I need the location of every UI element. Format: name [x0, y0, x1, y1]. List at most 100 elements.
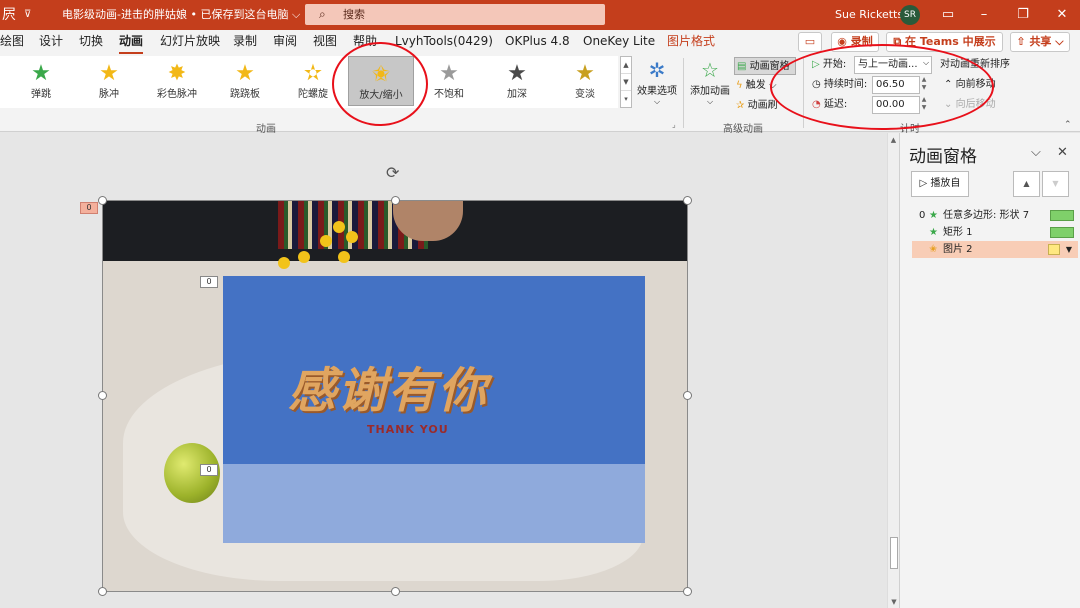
animation-pane-icon: ▤ [737, 61, 747, 72]
item-label: 任意多边形: 形状 7 [943, 210, 1030, 221]
collapse-ribbon-icon[interactable]: ⌃ [1064, 120, 1072, 130]
timeline-bar [1050, 227, 1074, 238]
slide-workspace: 0 ⟳ 感谢有你 THANK YOU 0 0 [0, 133, 887, 608]
gallery-more-icon[interactable]: ▾ [621, 91, 631, 108]
minimize-icon[interactable]: – [966, 0, 1002, 30]
scroll-up-icon[interactable]: ▲ [621, 57, 631, 74]
title-bar: 屄 ⊽ 电影级动画-进击的胖姑娘 • 已保存到这台电脑 ⌵ ⌕ 搜索 Sue R… [0, 0, 1080, 30]
document-title-text: 电影级动画-进击的胖姑娘 • 已保存到这台电脑 [62, 8, 289, 21]
move-down-button[interactable]: ▼ [1042, 171, 1069, 197]
rotate-handle-icon[interactable]: ⟳ [386, 163, 399, 182]
effect-options-label: 效果选项 [637, 86, 677, 97]
timeline-bar [1050, 210, 1074, 221]
chevron-down-icon: ⌵ [1055, 35, 1064, 48]
resize-handle[interactable] [391, 196, 400, 205]
highlight-circle [332, 42, 428, 126]
animation-list-item[interactable]: ★ 矩形 1 [912, 224, 1078, 241]
tab-okplus[interactable]: OKPlus 4.8 [505, 30, 570, 54]
item-label: 图片 2 [943, 244, 973, 255]
effect-options-icon: ✲ [648, 58, 666, 82]
dialog-launcher-icon[interactable]: ⌟ [672, 120, 676, 129]
resize-handle[interactable] [683, 587, 692, 596]
animation-painter-label: 动画刷 [747, 100, 778, 111]
search-box[interactable]: ⌕ 搜索 [305, 4, 605, 25]
quick-access-arrow-icon[interactable]: ⊽ [24, 0, 31, 30]
ribbon-display-icon[interactable]: ▭ [930, 0, 966, 30]
animation-label: 脉冲 [99, 89, 119, 100]
animation-label: 变淡 [575, 89, 595, 100]
move-up-button[interactable]: ▲ [1013, 171, 1040, 197]
animation-lighten[interactable]: ★ 变淡 [552, 56, 618, 106]
animation-tag: 0 [80, 202, 98, 214]
tab-review[interactable]: 审阅 [273, 30, 297, 54]
tab-record[interactable]: 录制 [233, 30, 257, 54]
avatar[interactable]: SR [900, 5, 920, 25]
tab-design[interactable]: 设计 [39, 30, 63, 54]
animation-list-item[interactable]: ✬ 图片 2 ▼ [912, 241, 1078, 258]
close-pane-icon[interactable]: ✕ [1057, 145, 1068, 160]
document-title[interactable]: 电影级动画-进击的胖姑娘 • 已保存到这台电脑 ⌵ [62, 0, 300, 30]
slide-scrollbar[interactable]: ▲ ▼ [887, 133, 899, 608]
animation-label: 彩色脉冲 [157, 89, 197, 100]
resize-handle[interactable] [98, 587, 107, 596]
scroll-thumb[interactable] [890, 537, 898, 569]
comments-icon[interactable]: ▭ [798, 32, 822, 52]
star-icon: ★ [235, 61, 255, 86]
user-name[interactable]: Sue Ricketts [835, 0, 903, 30]
tab-view[interactable]: 视图 [313, 30, 337, 54]
animation-darken[interactable]: ★ 加深 [484, 56, 550, 106]
resize-handle[interactable] [98, 391, 107, 400]
animation-list-item[interactable]: 0 ★ 任意多边形: 形状 7 [912, 207, 1078, 224]
timeline-bar [1048, 244, 1060, 255]
star-icon: ★ [929, 227, 938, 238]
share-icon: ⇧ [1016, 35, 1026, 48]
star-icon: ★ [31, 61, 51, 86]
close-icon[interactable]: ✕ [1044, 0, 1080, 30]
star-icon: ★ [929, 210, 938, 221]
animation-bounce[interactable]: ★ 弹跳 [8, 56, 74, 106]
tab-onekey[interactable]: OneKey Lite [583, 30, 655, 54]
chevron-down-icon[interactable]: ▼ [1066, 241, 1072, 258]
search-icon: ⌕ [319, 7, 326, 21]
tab-transitions[interactable]: 切换 [79, 30, 103, 54]
animation-label: 弹跳 [31, 89, 51, 100]
share-button[interactable]: ⇧ 共享 ⌵ [1010, 32, 1070, 52]
effect-options-button[interactable]: ✲ 效果选项 ⌵ [636, 58, 678, 107]
chevron-down-icon[interactable]: ⌵ [1031, 145, 1041, 160]
star-icon: ★ [99, 61, 119, 86]
play-from-button[interactable]: ▷ 播放自 [911, 171, 969, 197]
group-separator [683, 58, 684, 128]
star-icon: ✬ [929, 244, 938, 255]
chevron-down-icon: ⌵ [291, 8, 301, 21]
scroll-down-icon[interactable]: ▼ [621, 74, 631, 91]
selection-frame [102, 200, 688, 592]
resize-handle[interactable] [683, 196, 692, 205]
tab-animations[interactable]: 动画 [119, 30, 144, 54]
resize-handle[interactable] [98, 196, 107, 205]
play-from-label: 播放自 [930, 178, 961, 189]
animation-label: 跷跷板 [230, 89, 260, 100]
add-animation-label: 添加动画 [690, 86, 730, 97]
animation-teeter[interactable]: ★ 跷跷板 [212, 56, 278, 106]
search-input[interactable]: 搜索 [343, 8, 365, 21]
scroll-up-icon[interactable]: ▲ [888, 136, 899, 144]
tab-slideshow[interactable]: 幻灯片放映 [160, 30, 220, 54]
resize-handle[interactable] [683, 391, 692, 400]
chevron-down-icon: ⌵ [706, 97, 714, 106]
star-burst-icon: ✸ [167, 61, 187, 86]
animation-color-pulse[interactable]: ✸ 彩色脉冲 [144, 56, 210, 106]
animation-pane: 动画窗格 ⌵ ✕ ▷ 播放自 ▲ ▼ 0 ★ 任意多边形: 形状 7 ★ 矩形 … [899, 133, 1080, 608]
animation-label: 加深 [507, 89, 527, 100]
restore-icon[interactable]: ❐ [1005, 0, 1041, 30]
add-animation-button[interactable]: ☆ 添加动画 ⌵ [687, 58, 733, 107]
animation-gallery: ★ 弹跳 ★ 脉冲 ✸ 彩色脉冲 ★ 跷跷板 ✫ 陀螺旋 ✬ 放大/缩小 ★ 不… [0, 56, 618, 108]
animation-painter-button[interactable]: ✰ 动画刷 [736, 97, 778, 115]
play-icon: ▷ [919, 178, 928, 189]
add-animation-icon: ☆ [701, 58, 719, 82]
gallery-scroll[interactable]: ▲ ▼ ▾ [620, 56, 632, 108]
resize-handle[interactable] [391, 587, 400, 596]
star-icon: ★ [507, 61, 527, 86]
tab-draw[interactable]: 绘图 [0, 30, 24, 54]
animation-pulse[interactable]: ★ 脉冲 [76, 56, 142, 106]
tab-picture-format[interactable]: 图片格式 [667, 30, 715, 54]
